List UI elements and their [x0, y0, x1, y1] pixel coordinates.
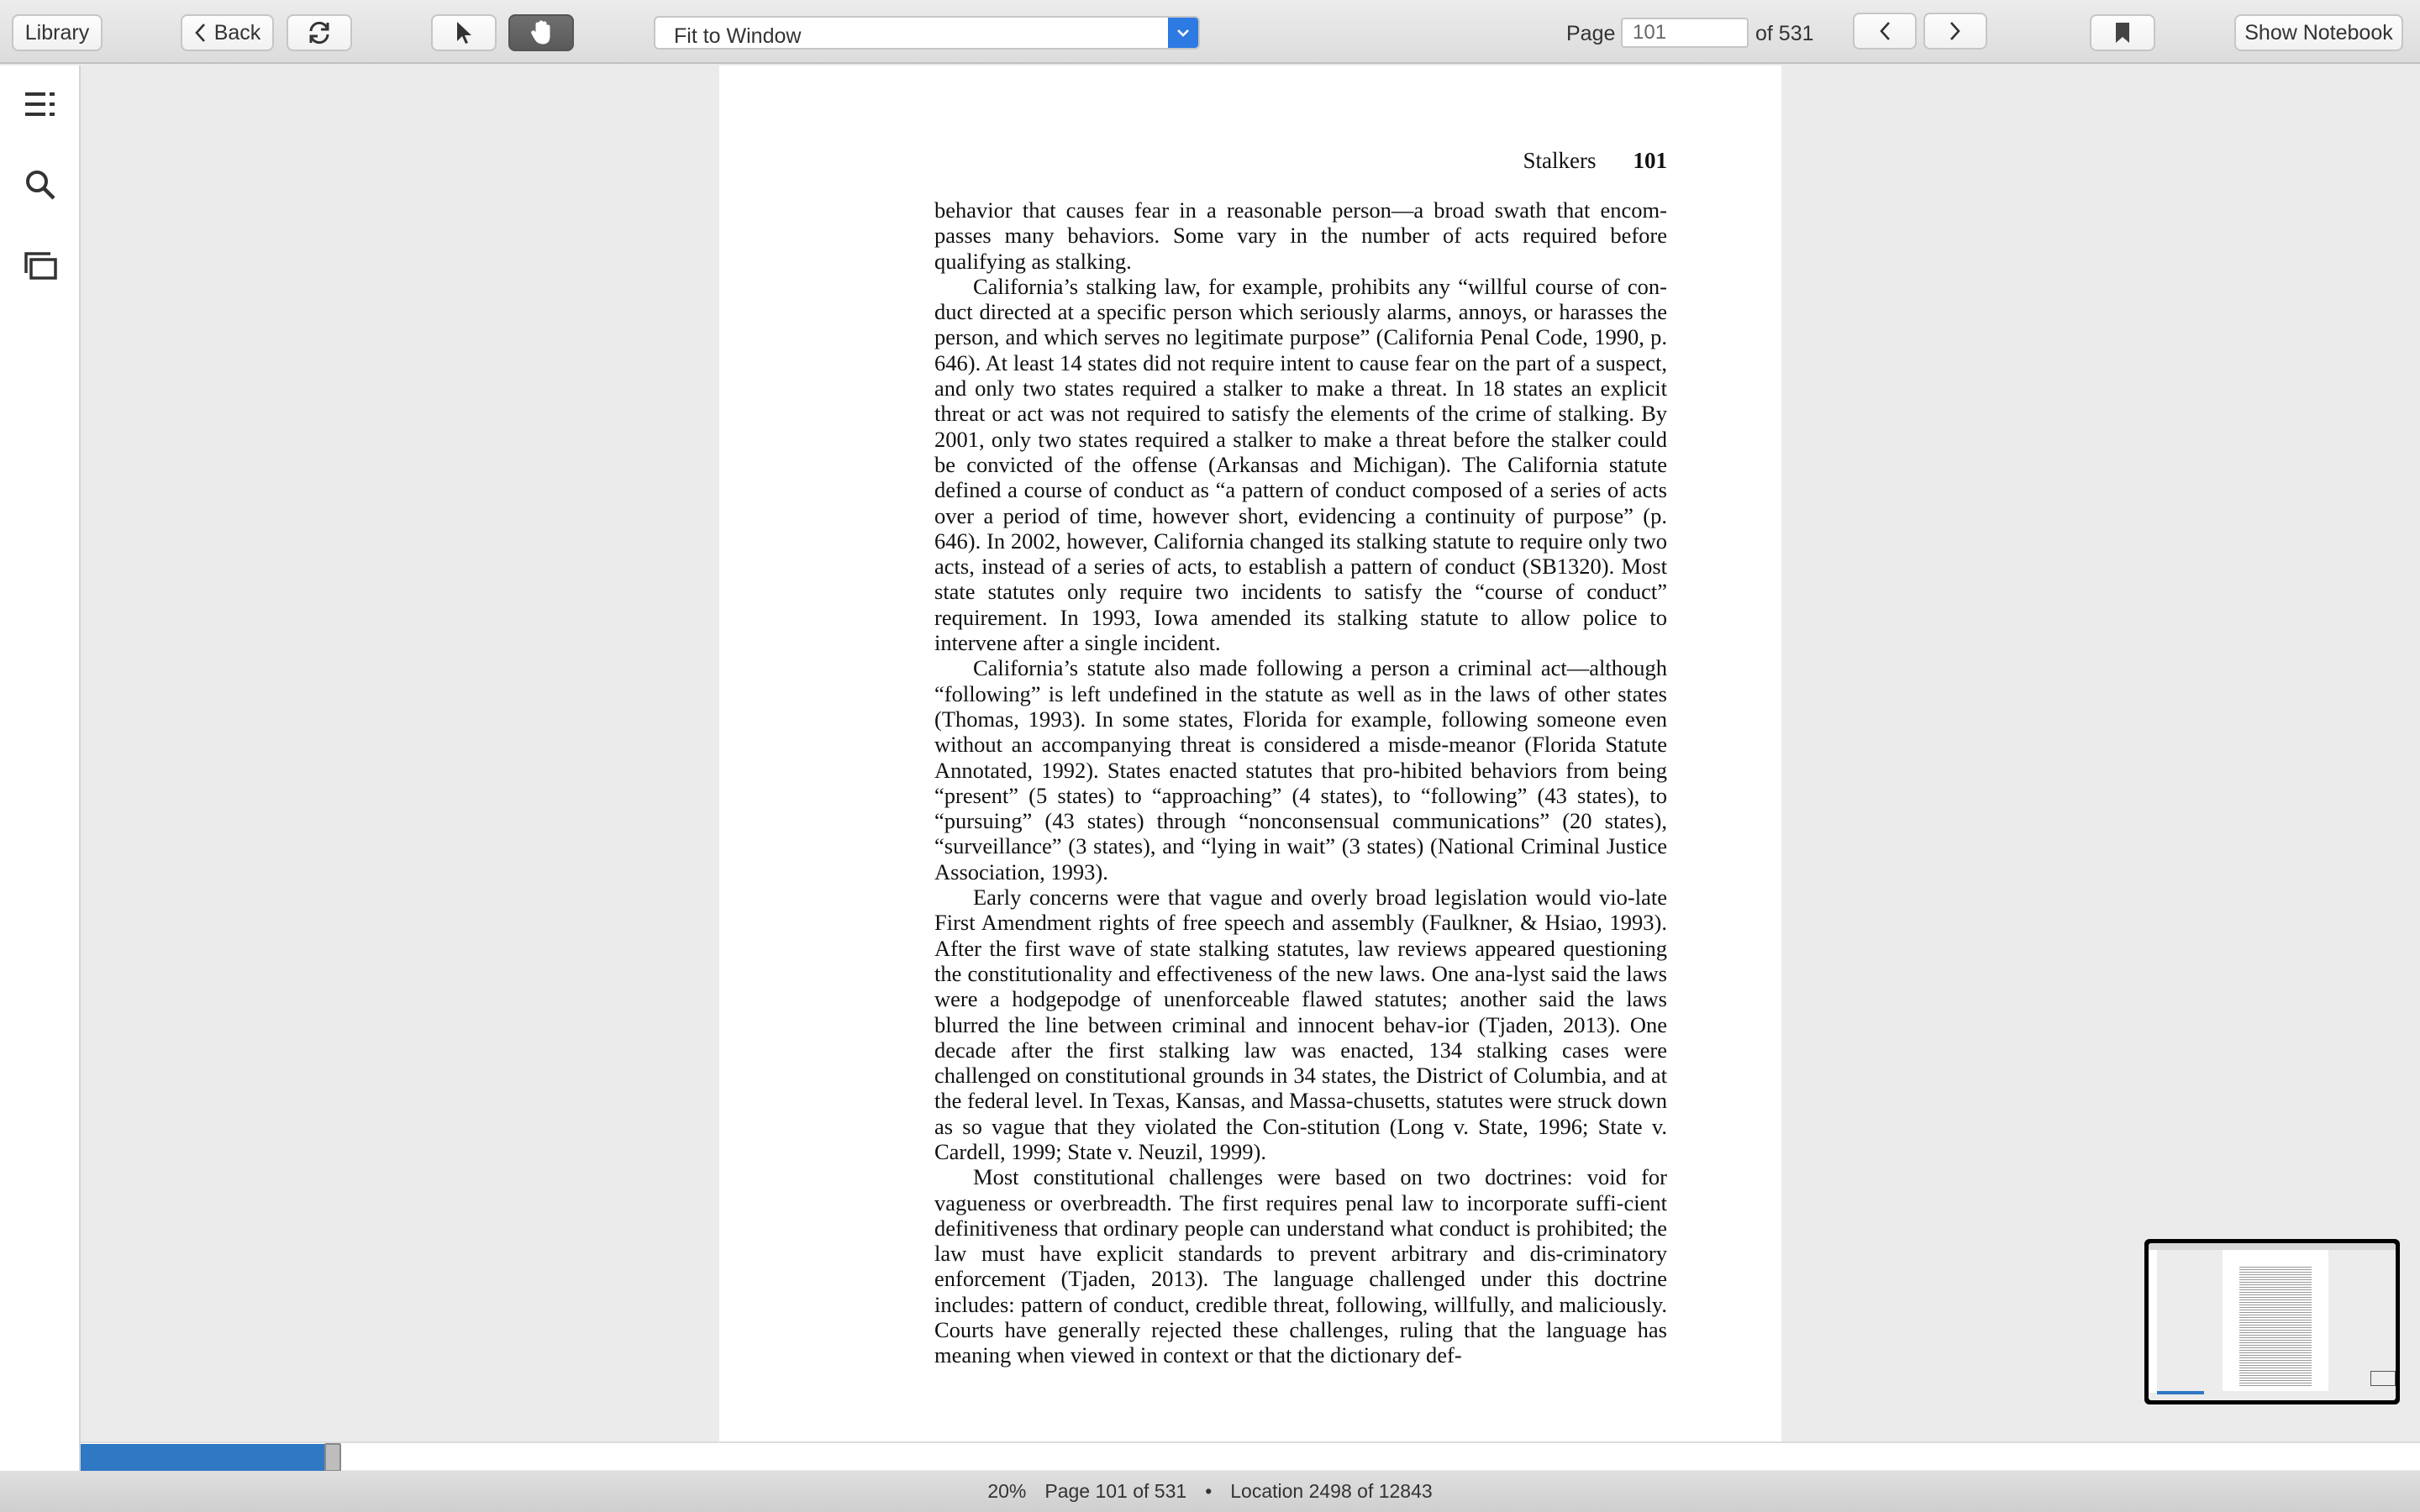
back-button[interactable]: Back: [181, 14, 274, 51]
thumbnail-progress: [2157, 1391, 2204, 1394]
progress-scrubber[interactable]: [324, 1443, 341, 1472]
next-page-button[interactable]: [1923, 13, 1987, 50]
running-head-page-number: 101: [1633, 148, 1668, 173]
left-rail: [0, 66, 81, 1471]
thumbnail-rail: [2149, 1250, 2157, 1393]
chevron-down-icon: [1168, 18, 1198, 48]
status-page-info: Page 101 of 531: [1044, 1480, 1187, 1502]
book-page: Stalkers 101 behavior that causes fear in…: [719, 66, 1781, 1441]
search-icon[interactable]: [22, 166, 59, 203]
previous-page-button[interactable]: [1853, 13, 1917, 50]
chevron-left-icon: [1879, 21, 1891, 41]
bookmark-button[interactable]: [2090, 14, 2155, 51]
select-tool-button[interactable]: [431, 14, 497, 51]
thumbnail-preview: [2149, 1243, 2396, 1400]
library-label: Library: [24, 20, 90, 45]
paragraph: behavior that causes fear in a reasonabl…: [934, 197, 1667, 274]
running-head-title: Stalkers: [1523, 148, 1597, 173]
running-head: Stalkers 101: [934, 148, 1668, 174]
show-notebook-label: Show Notebook: [2244, 20, 2393, 45]
page-navigator-thumbnail[interactable]: [2144, 1239, 2400, 1404]
thumbnail-page: [2223, 1250, 2328, 1391]
thumbnail-toolbar: [2149, 1243, 2396, 1250]
sync-icon: [307, 20, 332, 45]
toolbar: Library Back Fit to Window Page of 531 S…: [0, 0, 2420, 64]
progress-fill: [81, 1444, 326, 1471]
chevron-right-icon: [1949, 21, 1961, 41]
hand-tool-button[interactable]: [508, 14, 574, 51]
sync-button[interactable]: [287, 14, 352, 51]
page-body-text: behavior that causes fear in a reasonabl…: [934, 197, 1667, 1368]
paragraph: Early concerns were that vague and overl…: [934, 885, 1667, 1164]
toc-icon[interactable]: [22, 86, 59, 123]
thumbnail-nav-box: [2370, 1371, 2396, 1386]
back-chevron-icon: [194, 23, 206, 43]
show-notebook-button[interactable]: Show Notebook: [2234, 14, 2403, 51]
thumbnail-text-lines: [2239, 1267, 2312, 1386]
page-total: of 531: [1755, 22, 1814, 45]
paragraph: Most constitutional challenges were base…: [934, 1164, 1667, 1368]
zoom-mode-select[interactable]: Fit to Window: [654, 16, 1200, 50]
status-percent: 20%: [987, 1480, 1027, 1502]
library-button[interactable]: Library: [12, 14, 103, 51]
reading-progress-bar[interactable]: [81, 1441, 2420, 1472]
status-location: Location 2498 of 12843: [1230, 1480, 1433, 1502]
paragraph: California’s stalking law, for example, …: [934, 273, 1667, 656]
zoom-mode-value: Fit to Window: [674, 24, 802, 48]
bookmark-icon: [2114, 21, 2131, 45]
status-separator: •: [1205, 1480, 1213, 1502]
page-label: Page: [1566, 22, 1616, 45]
arrow-pointer-icon: [455, 20, 473, 45]
status-bar: 20% Page 101 of 531 • Location 2498 of 1…: [0, 1471, 2420, 1512]
cards-icon[interactable]: [22, 247, 59, 284]
page-number-input[interactable]: [1621, 18, 1749, 48]
paragraph: California’s statute also made following…: [934, 655, 1667, 885]
back-label: Back: [213, 20, 261, 45]
hand-icon: [529, 19, 554, 46]
